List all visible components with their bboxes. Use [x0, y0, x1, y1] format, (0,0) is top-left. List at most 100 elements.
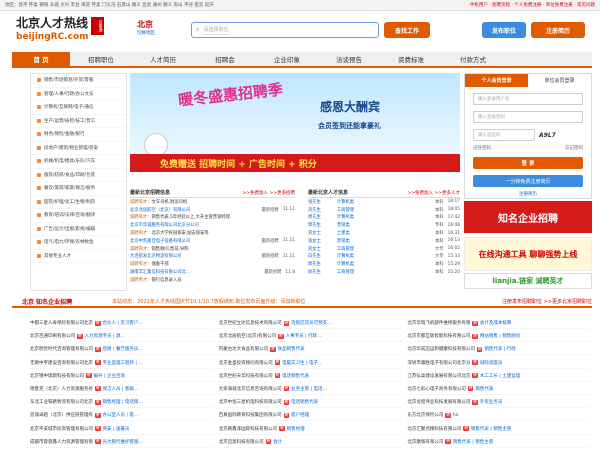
- company-name[interactable]: 无锡中宇建设咨询有限公司北京: [30, 360, 93, 366]
- category-item[interactable]: 其他专业人才: [31, 250, 126, 263]
- company-jobs[interactable]: 连锁店店员可预支...: [291, 320, 331, 326]
- post-job-button[interactable]: 发布职位: [482, 22, 526, 38]
- company-name[interactable]: 北京明亮时代咨询管理有限公司: [30, 346, 93, 352]
- company-jobs[interactable]: 电脑实习生 | 电子...: [282, 360, 322, 366]
- famous-company-ad[interactable]: 知名企业招聘: [464, 201, 592, 233]
- search-box[interactable]: ⌕ 请选择职位: [191, 22, 379, 38]
- company-name[interactable]: 北京七彩心电子商务有限公司: [407, 386, 466, 392]
- company-link[interactable]: 湖南丰汇集信科技有限公司北...: [130, 269, 190, 275]
- company-name[interactable]: 北京世纪天华科技有限公司: [219, 373, 273, 379]
- username-input[interactable]: 输入登录用户名: [473, 93, 583, 105]
- quick-register-button[interactable]: 一分钟免费注册简历: [473, 175, 583, 187]
- company-jobs[interactable]: 销售代表 | 销售主管: [453, 439, 493, 445]
- company-jobs[interactable]: 人力资源专员 | 源...: [85, 333, 125, 339]
- company-item[interactable]: 中都三星人寿保险有限公司北京聘合伙人 | 见习客户...: [30, 318, 213, 329]
- company-jobs[interactable]: 销售经理 | 电话销...: [103, 399, 143, 405]
- company-item[interactable]: 北京北居航空(北京)有限公司聘人事专员 | 行政...: [218, 331, 402, 343]
- section-more-link[interactable]: 注册发布招聘职位 >>更多北京招聘职位: [502, 298, 592, 305]
- company-name[interactable]: 东北工业铁路物流有限公司北京: [30, 399, 93, 405]
- job-positions[interactable]: 银行信息录入员: [151, 277, 181, 283]
- company-jobs[interactable]: 销售代表 | 行政: [484, 346, 515, 352]
- company-item[interactable]: 北京明亮时代咨询管理有限公司聘后厨 | 餐厅服务员...: [30, 344, 213, 356]
- captcha-input[interactable]: 输入验证码: [473, 129, 535, 141]
- company-jobs[interactable]: 销售代表: [475, 386, 493, 392]
- company-name[interactable]: 北京北居航空(北京)有限公司: [219, 333, 277, 339]
- company-item[interactable]: 北京汇聚点精科技有限公司聘销售代表 | 销售主管: [407, 424, 590, 435]
- company-name[interactable]: 北京锦中瑞斯科技有限公司: [30, 373, 84, 379]
- nav-jobs[interactable]: 招聘职位: [70, 52, 132, 66]
- job-row[interactable]: 诚聘英才： 销售顾问,售前,导购: [130, 245, 295, 253]
- category-item[interactable]: 服装/纺织/食品/印刷/包装: [31, 169, 126, 182]
- remember-checkbox[interactable]: 记住密码: [473, 145, 491, 151]
- banner-strip[interactable]: 免费赠送 招聘时间 + 广告时间 + 积分: [130, 154, 460, 172]
- region-links[interactable]: 地区：昌平 怀柔 朝阳 东城 大兴 丰台 海淀 怀柔 门头沟 石景山 顺义 宣武…: [5, 2, 214, 8]
- job-row[interactable]: 诚聘英才： 储备干部: [130, 260, 295, 268]
- company-item[interactable]: 北京七彩心电子商务有限公司聘销售代表: [407, 384, 590, 395]
- company-item[interactable]: 江苏弘高建设发展有限公司北京聘木工工长 | 土建监理: [407, 371, 590, 382]
- company-jobs[interactable]: 光大银行维护客服...: [103, 439, 143, 445]
- job-row[interactable]: 诚聘英才： 文车司机,财运司机: [130, 198, 295, 206]
- company-name[interactable]: 北京康辉有限公司: [407, 439, 443, 445]
- city-switch-link[interactable]: 切换地区: [137, 30, 155, 36]
- captcha-image[interactable]: A9L7: [539, 132, 556, 139]
- talent-row[interactable]: 白先生 计算机类 大专 15:33: [308, 253, 460, 261]
- company-name[interactable]: 北京京都互联智能科技有限公司: [407, 333, 470, 339]
- category-item[interactable]: 销售/市场策划/外贸/客服: [31, 74, 126, 88]
- company-jobs[interactable]: 编导 | 企业咨询: [94, 373, 125, 379]
- company-item[interactable]: 北京华瑞飞机部件维修服务有限聘会计及成本核算: [407, 318, 590, 329]
- company-jobs[interactable]: 保洁人员 | 客服...: [103, 386, 139, 392]
- company-name[interactable]: 北京迈思科技有限公司: [219, 439, 264, 445]
- company-link[interactable]: 大连航发北京物流有限公司: [130, 253, 182, 259]
- company-name[interactable]: 德鲁克（北京）人力资源服务有: [30, 386, 93, 392]
- nav-pricing[interactable]: 资费标准: [380, 52, 442, 66]
- company-jobs[interactable]: 会计: [273, 439, 282, 445]
- job-row[interactable]: 北京北居航空（北京）有限公司 最新招聘 11.11: [130, 206, 295, 214]
- category-item[interactable]: 财务/保险/金融/银行: [31, 128, 126, 142]
- company-jobs[interactable]: 网站销售 | 销售顾问: [480, 333, 520, 339]
- job-row[interactable]: 大连航发北京物流有限公司 最新招聘 11.11: [130, 253, 295, 261]
- company-jobs[interactable]: 会计及成本核算: [480, 320, 512, 326]
- company-item[interactable]: 大梁海城北京信息咨询有限公司聘业务主管 | 电话...: [218, 384, 402, 395]
- company-jobs[interactable]: 人事专员 | 行政...: [286, 333, 322, 339]
- category-item[interactable]: 管理/人事/行政/办公文员: [31, 88, 126, 101]
- company-name[interactable]: 北京平安城市投资管理有限公司: [30, 426, 93, 432]
- company-item[interactable]: 东方北京保险公司聘 ha: [407, 410, 590, 422]
- company-name[interactable]: 北京中恒三星机电科技有限公司: [219, 399, 282, 405]
- talent-name[interactable]: 刘女士: [308, 230, 321, 236]
- talent-name[interactable]: 周先生: [308, 261, 321, 267]
- category-item[interactable]: 教育/培训/法律/咨询/翻译: [31, 209, 126, 223]
- company-item[interactable]: 北京锦中瑞斯科技有限公司聘编导 | 企业咨询: [30, 371, 213, 382]
- company-name[interactable]: 成都市蓉蓉鑫人力资源管理有限: [30, 439, 93, 445]
- company-item[interactable]: 北京龙程伟业科技发展有限公司聘外贸业务员: [407, 397, 590, 409]
- job-row[interactable]: 北京中凯富佳电子设备有限公司 最新招聘 11.11: [130, 237, 295, 245]
- job-row[interactable]: 湖南丰汇集信科技有限公司北... 最新招聘 11.8: [130, 268, 295, 276]
- company-name[interactable]: 东方北京保险公司: [407, 412, 443, 418]
- job-positions[interactable]: 北京大学校园保安,励志保安等: [151, 230, 208, 236]
- company-jobs[interactable]: 业务主管 | 电话...: [291, 386, 327, 392]
- company-item[interactable]: 北京京都互联智能科技有限公司聘网站销售 | 销售顾问: [407, 331, 590, 343]
- company-item[interactable]: 北京中恒三星机电科技有限公司聘电话销售代表: [218, 397, 402, 409]
- company-name[interactable]: 北京世纪立达信息技术有限公司: [219, 320, 282, 326]
- talent-row[interactable]: 周先生 计算机类 本科 15:29: [308, 260, 460, 268]
- talent-name[interactable]: 徐先生: [308, 269, 321, 275]
- city-selector[interactable]: 北京 切换地区: [137, 19, 155, 36]
- company-name[interactable]: 北京龙程伟业科技发展有限公司: [407, 399, 470, 405]
- company-link[interactable]: 北京北居航空（北京）有限公司: [130, 207, 190, 213]
- job-row[interactable]: 北京市华诚服务有限公司北京分公司: [130, 221, 295, 229]
- talent-row[interactable]: 徐先生 工商管理 本科 15:20: [308, 268, 460, 276]
- company-name[interactable]: 北京路鑫泽国际科技有限公司: [219, 426, 278, 432]
- company-name[interactable]: 百真国际教育科技集团有限公司: [219, 412, 282, 418]
- job-row[interactable]: 诚聘英才： 银行信息录入员: [130, 276, 295, 284]
- company-jobs[interactable]: 办公室人员 | 客...: [103, 412, 139, 418]
- talent-name[interactable]: 周先生: [308, 214, 321, 220]
- company-item[interactable]: 北京路鑫泽国际科技有限公司聘销售经理: [218, 424, 402, 435]
- talent-name[interactable]: 郭先生: [308, 222, 321, 228]
- talent-name[interactable]: 张女士: [308, 238, 321, 244]
- company-name[interactable]: 江苏弘高建设发展有限公司北京: [407, 373, 470, 379]
- company-item[interactable]: 百真国际教育科技集团有限公司聘客户经理: [218, 410, 402, 422]
- company-name[interactable]: 北京汇聚点精科技有限公司: [407, 426, 461, 432]
- nav-payment[interactable]: 付款方式: [442, 52, 504, 66]
- talent-row[interactable]: 周先生 计算机类 本科 17:42: [308, 214, 460, 222]
- company-item[interactable]: 首诚卓越（北京）供应链管理有聘办公室人员 | 客...: [30, 410, 213, 422]
- company-item[interactable]: 深圳市康胜电子有限公司北京分聘城际调度员: [407, 358, 590, 369]
